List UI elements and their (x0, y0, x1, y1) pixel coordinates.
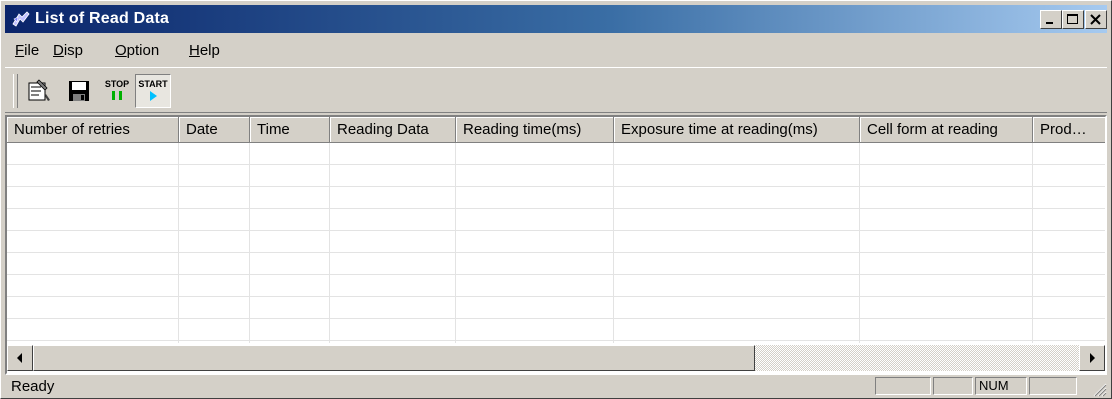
status-text: Ready (11, 378, 55, 395)
column-header-time[interactable]: Time (250, 117, 330, 143)
toolbar: STOP START (5, 67, 1107, 113)
properties-button[interactable] (21, 74, 57, 108)
column-divider (249, 143, 250, 343)
minimize-button[interactable] (1040, 10, 1062, 29)
svg-text:STOP: STOP (105, 79, 129, 89)
menu-disp[interactable]: Disp (53, 42, 83, 59)
window-title: List of Read Data (35, 10, 170, 27)
menu-file[interactable]: File (15, 42, 39, 59)
horizontal-scrollbar[interactable] (7, 345, 1105, 371)
table-row (7, 143, 1105, 165)
column-header-date[interactable]: Date (179, 117, 250, 143)
start-button[interactable]: START (135, 74, 171, 108)
scroll-left-button[interactable] (7, 345, 33, 371)
maximize-button[interactable] (1062, 10, 1084, 29)
table-row (7, 275, 1105, 297)
read-data-list[interactable]: Number of retries Date Time Reading Data… (5, 115, 1107, 375)
arrow-left-icon (17, 353, 22, 363)
column-divider (859, 143, 860, 343)
column-divider (329, 143, 330, 343)
status-pane-2 (933, 377, 973, 395)
resize-grip-icon[interactable] (1091, 381, 1107, 397)
save-icon (69, 81, 89, 101)
status-bar: Ready NUM (5, 375, 1107, 397)
column-header-prod[interactable]: Prod… (1033, 117, 1105, 143)
table-row (7, 319, 1105, 341)
column-header-cell-form[interactable]: Cell form at reading (860, 117, 1033, 143)
table-row (7, 253, 1105, 275)
minimize-icon (1046, 22, 1053, 24)
toolbar-grip[interactable] (13, 74, 18, 108)
svg-text:START: START (138, 79, 168, 89)
column-header-reading-time[interactable]: Reading time(ms) (456, 117, 614, 143)
app-icon (11, 10, 31, 28)
table-row (7, 297, 1105, 319)
table-row (7, 209, 1105, 231)
column-divider (613, 143, 614, 343)
column-divider (1032, 143, 1033, 343)
menu-help[interactable]: Help (189, 42, 220, 59)
status-pane-1 (875, 377, 931, 395)
scroll-thumb[interactable] (33, 345, 755, 371)
column-divider (178, 143, 179, 343)
save-button[interactable] (61, 74, 97, 108)
column-header-number-of-retries[interactable]: Number of retries (7, 117, 179, 143)
arrow-right-icon (1090, 353, 1095, 363)
table-body (7, 143, 1105, 343)
column-header-reading-data[interactable]: Reading Data (330, 117, 456, 143)
status-pane-4 (1029, 377, 1077, 395)
start-icon: START (138, 79, 168, 101)
stop-button[interactable]: STOP (99, 74, 135, 108)
scroll-right-button[interactable] (1079, 345, 1105, 371)
menu-option[interactable]: Option (115, 42, 159, 59)
close-button[interactable] (1085, 10, 1107, 29)
column-header-exposure-time[interactable]: Exposure time at reading(ms) (614, 117, 860, 143)
table-row (7, 165, 1105, 187)
title-bar[interactable]: List of Read Data (5, 5, 1107, 33)
stop-icon: STOP (105, 79, 129, 100)
close-icon (1090, 14, 1101, 25)
table-row (7, 231, 1105, 253)
num-lock-indicator: NUM (975, 377, 1027, 395)
column-divider (455, 143, 456, 343)
table-row (7, 187, 1105, 209)
main-window: List of Read Data File Disp Option Help (0, 0, 1112, 399)
maximize-icon (1067, 14, 1078, 24)
column-header-row: Number of retries Date Time Reading Data… (7, 117, 1105, 143)
properties-icon (28, 79, 50, 101)
